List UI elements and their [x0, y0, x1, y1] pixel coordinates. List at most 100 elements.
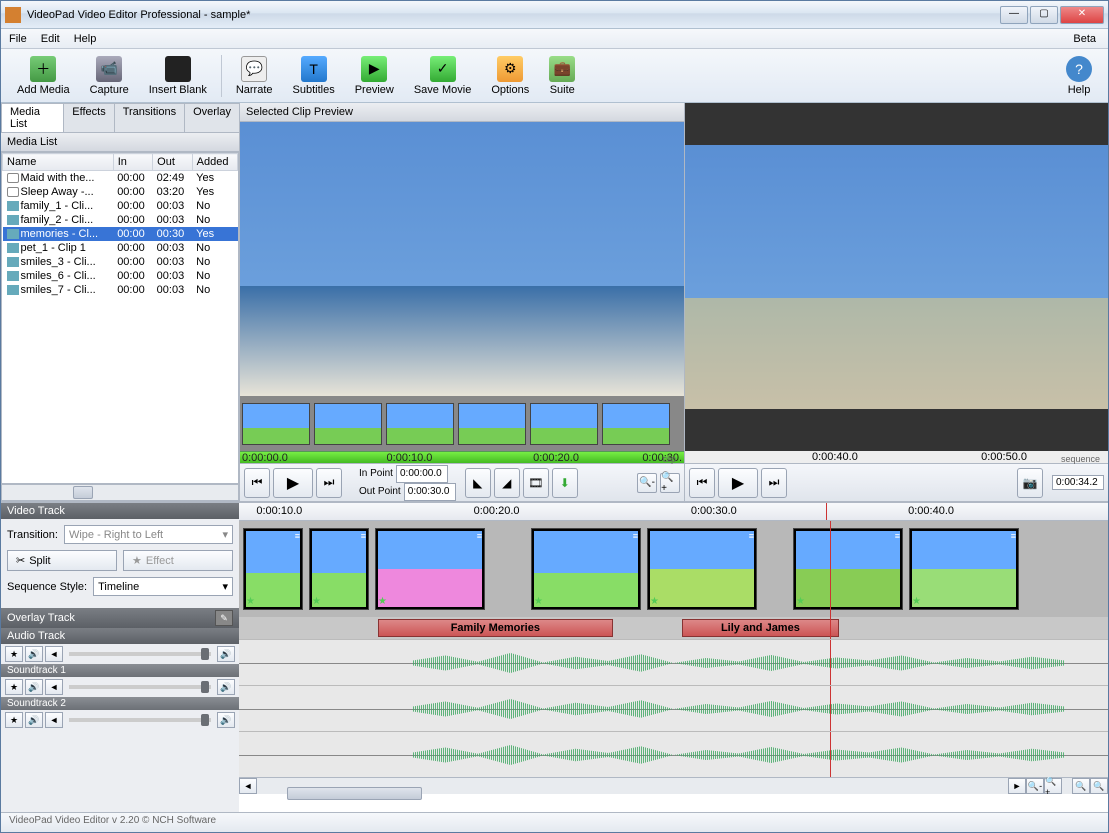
- soundtrack-2-lane[interactable]: [239, 731, 1108, 777]
- speaker-icon[interactable]: 🔊: [25, 646, 43, 662]
- menu-help[interactable]: Help: [74, 33, 97, 45]
- help-button[interactable]: ?Help: [1056, 54, 1102, 98]
- zoom-fit-icon[interactable]: 🔍: [1072, 778, 1090, 794]
- media-row[interactable]: Sleep Away -...00:0003:20Yes: [3, 185, 238, 199]
- seq-style-select[interactable]: Timeline▾: [93, 577, 233, 596]
- sequence-preview-video[interactable]: [685, 103, 1108, 451]
- menu-edit[interactable]: Edit: [41, 33, 60, 45]
- clip-play-button[interactable]: ▶: [273, 468, 313, 498]
- speaker-icon[interactable]: 🔊: [25, 712, 43, 728]
- scroll-right-icon[interactable]: ►: [1008, 778, 1026, 794]
- playhead[interactable]: [830, 617, 831, 639]
- suite-button[interactable]: 💼Suite: [539, 54, 585, 98]
- scroll-left-icon[interactable]: ◄: [239, 778, 257, 794]
- vol-min-icon[interactable]: ◄: [45, 712, 63, 728]
- playhead[interactable]: [830, 521, 831, 617]
- minimize-button[interactable]: —: [1000, 6, 1028, 24]
- volume-slider[interactable]: [69, 685, 211, 689]
- audio-track-lane[interactable]: [239, 639, 1108, 685]
- clip-effect-button[interactable]: 🎞: [523, 468, 549, 498]
- sequence-timebar[interactable]: 0:00:40.0 0:00:50.0: [685, 451, 1108, 463]
- video-clip[interactable]: ★≡: [243, 528, 303, 610]
- clip-prev-button[interactable]: ⏮: [244, 468, 270, 498]
- vol-max-icon[interactable]: 🔊: [217, 646, 235, 662]
- split-button[interactable]: ✂Split: [7, 550, 117, 571]
- narrate-button[interactable]: 💬Narrate: [226, 54, 283, 98]
- media-row[interactable]: memories - Cl...00:0000:30Yes: [3, 227, 238, 241]
- options-button[interactable]: ⚙Options: [481, 54, 539, 98]
- zoom-in-icon[interactable]: 🔍+: [660, 473, 680, 493]
- zoom-in-icon[interactable]: 🔍+: [1044, 778, 1062, 794]
- zoom-out-icon[interactable]: 🔍-: [637, 473, 657, 493]
- video-clip[interactable]: ★≡: [793, 528, 903, 610]
- media-table[interactable]: Name In Out Added Maid with the...00:000…: [1, 152, 239, 484]
- clip-next-button[interactable]: ⏭: [316, 468, 342, 498]
- maximize-button[interactable]: ▢: [1030, 6, 1058, 24]
- media-row[interactable]: family_2 - Cli...00:0000:03No: [3, 213, 238, 227]
- capture-button[interactable]: 📹Capture: [80, 54, 139, 98]
- titlebar[interactable]: VideoPad Video Editor Professional - sam…: [1, 1, 1108, 29]
- tab-transitions[interactable]: Transitions: [114, 103, 185, 132]
- set-in-button[interactable]: ◣: [465, 468, 491, 498]
- seq-next-button[interactable]: ⏭: [761, 468, 787, 498]
- preview-button[interactable]: ▶Preview: [345, 54, 404, 98]
- clip-timebar[interactable]: 0:00:00.0 0:00:10.0 0:00:20.0 0:00:30.: [240, 451, 684, 463]
- in-point-value[interactable]: 0:00:00.0: [396, 465, 448, 483]
- clip-add-button[interactable]: ⬇: [552, 468, 578, 498]
- col-in[interactable]: In: [113, 154, 152, 171]
- timeline-scrollbar[interactable]: ◄ ► 🔍- 🔍+ 🔍 🔍: [239, 777, 1108, 794]
- save-movie-button[interactable]: ✓Save Movie: [404, 54, 481, 98]
- video-clip[interactable]: ★≡: [309, 528, 369, 610]
- effect-button[interactable]: ★Effect: [123, 550, 233, 571]
- video-track[interactable]: ★≡ ★≡ ★≡ ★≡ ★≡ ★≡ ★≡: [239, 521, 1108, 617]
- add-media-button[interactable]: ＋Add Media: [7, 54, 80, 98]
- vol-min-icon[interactable]: ◄: [45, 679, 63, 695]
- thumb-item[interactable]: [314, 403, 382, 445]
- video-clip[interactable]: ★≡: [531, 528, 641, 610]
- overlay-track[interactable]: Family Memories Lily and James: [239, 617, 1108, 639]
- thumb-item[interactable]: [458, 403, 526, 445]
- col-added[interactable]: Added: [192, 154, 237, 171]
- subtitles-button[interactable]: TSubtitles: [283, 54, 345, 98]
- seq-play-button[interactable]: ▶: [718, 468, 758, 498]
- out-point-value[interactable]: 0:00:30.0: [404, 483, 456, 501]
- col-name[interactable]: Name: [3, 154, 114, 171]
- media-scrollbar[interactable]: [1, 484, 239, 501]
- col-out[interactable]: Out: [153, 154, 192, 171]
- video-clip[interactable]: ★≡: [647, 528, 757, 610]
- volume-slider[interactable]: [69, 718, 211, 722]
- vol-max-icon[interactable]: 🔊: [217, 679, 235, 695]
- video-clip[interactable]: ★≡: [909, 528, 1019, 610]
- snapshot-button[interactable]: 📷: [1017, 468, 1043, 498]
- thumb-item[interactable]: [242, 403, 310, 445]
- clip-preview-video[interactable]: [240, 122, 684, 396]
- media-row[interactable]: family_1 - Cli...00:0000:03No: [3, 199, 238, 213]
- transition-select[interactable]: Wipe - Right to Left▾: [64, 525, 233, 544]
- zoom-all-icon[interactable]: 🔍: [1090, 778, 1108, 794]
- media-row[interactable]: pet_1 - Clip 100:0000:03No: [3, 241, 238, 255]
- star-icon[interactable]: ★: [5, 712, 23, 728]
- soundtrack-1-lane[interactable]: [239, 685, 1108, 731]
- set-out-button[interactable]: ◢: [494, 468, 520, 498]
- close-button[interactable]: ✕: [1060, 6, 1104, 24]
- overlay-clip[interactable]: Family Memories: [378, 619, 613, 637]
- playhead-marker[interactable]: [826, 503, 827, 520]
- thumb-item[interactable]: [602, 403, 670, 445]
- tab-effects[interactable]: Effects: [63, 103, 114, 132]
- clip-thumbstrip[interactable]: [240, 396, 684, 451]
- star-icon[interactable]: ★: [5, 679, 23, 695]
- media-row[interactable]: Maid with the...00:0002:49Yes: [3, 171, 238, 186]
- star-icon[interactable]: ★: [5, 646, 23, 662]
- seq-prev-button[interactable]: ⏮: [689, 468, 715, 498]
- zoom-out-icon[interactable]: 🔍-: [1026, 778, 1044, 794]
- timeline-ruler[interactable]: 0:00:10.0 0:00:20.0 0:00:30.0 0:00:40.0: [239, 503, 1108, 521]
- tab-overlay[interactable]: Overlay: [184, 103, 240, 132]
- media-row[interactable]: smiles_6 - Cli...00:0000:03No: [3, 269, 238, 283]
- insert-blank-button[interactable]: Insert Blank: [139, 54, 217, 98]
- volume-slider[interactable]: [69, 652, 211, 656]
- media-row[interactable]: smiles_3 - Cli...00:0000:03No: [3, 255, 238, 269]
- overlay-clip[interactable]: Lily and James: [682, 619, 838, 637]
- tab-media-list[interactable]: Media List: [1, 103, 64, 132]
- thumb-item[interactable]: [530, 403, 598, 445]
- speaker-icon[interactable]: 🔊: [25, 679, 43, 695]
